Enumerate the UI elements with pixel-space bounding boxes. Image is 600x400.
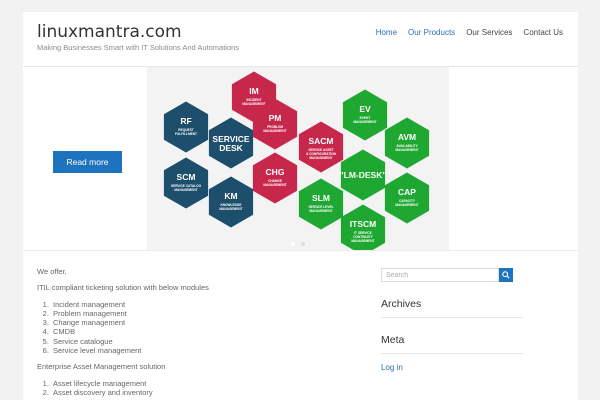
main-nav: Home Our Products Our Services Contact U… — [376, 28, 563, 37]
hexagon-shape — [384, 172, 430, 224]
hexagon-rf: RFREQUESTFULFILLMENT — [163, 101, 209, 153]
hexagon-sacm: SACMSERVICE ASSET& CONFIGURATIONMANAGEME… — [298, 121, 344, 173]
hexagon-shape — [163, 101, 209, 153]
search-input[interactable] — [381, 268, 499, 282]
slider-dot[interactable] — [291, 242, 295, 246]
hexagon-slm: SLMSERVICE LEVELMANAGEMENT — [298, 178, 344, 230]
nav-item-our-services[interactable]: Our Services — [466, 28, 512, 37]
hexagon-description: MANAGEMENT — [309, 209, 332, 213]
hexagon-code: EV — [359, 104, 371, 114]
hexagon-code: KM — [224, 191, 237, 201]
hexagon-ev: EVEVENTMANAGEMENT — [342, 89, 388, 141]
search-icon — [502, 271, 510, 279]
section1-list: Incident management Problem management C… — [51, 300, 367, 356]
meta-title: Meta — [381, 334, 405, 346]
hexagon-description: FULFILLMENT — [175, 132, 197, 136]
list-item: Problem management — [51, 309, 367, 318]
meta-divider — [381, 353, 523, 354]
hexagon-shape — [342, 89, 388, 141]
login-link[interactable]: Log in — [381, 363, 523, 372]
hexagon-code: CHG — [266, 167, 285, 177]
list-item: Change management — [51, 318, 367, 327]
hexagon-description: MANAGEMENT — [309, 156, 332, 160]
hexagon-chg: CHGCHANGEMANAGEMENT — [252, 152, 298, 204]
list-item: Service level management — [51, 346, 367, 355]
hexagon-code: IM — [249, 86, 258, 96]
hexagon-description: MANAGEMENT — [351, 239, 374, 243]
hexagon-scm: SCMSERVICE CATALOGMANAGEMENT — [163, 157, 209, 209]
hexagon-shape — [252, 152, 298, 204]
hexagon-itscm: ITSCMIT SERVICECONTINUITYMANAGEMENT — [340, 204, 386, 250]
hexagon-km: KMKNOWLEDGEMANAGEMENT — [208, 176, 254, 228]
hexagon-servicedesk: SERVICEDESK — [208, 117, 254, 169]
search-form — [381, 268, 523, 282]
hexagon-description: MANAGEMENT — [395, 203, 418, 207]
slider-dot[interactable] — [301, 242, 305, 246]
hexagon-description: MANAGEMENT — [219, 207, 242, 211]
site-tagline: Making Businesses Smart with IT Solution… — [37, 43, 240, 52]
search-button[interactable] — [499, 268, 513, 282]
hexagon-code: ITSCM — [350, 219, 376, 229]
section2-title: Enterprise Asset Management solution — [37, 362, 166, 372]
list-item: Asset lifecycle management — [51, 379, 367, 388]
nav-item-home[interactable]: Home — [376, 28, 397, 37]
hexagon-description: MANAGEMENT — [242, 102, 265, 106]
hexagon-code: SACM — [308, 136, 333, 146]
hero-slider: IM INCIDENT MANAGEMENT RF REQUEST FULFILLMENT… — [147, 67, 449, 250]
hexagon-code: DESK — [219, 143, 243, 153]
hexagon-code: SLM — [312, 193, 330, 203]
archives-divider — [381, 317, 523, 318]
hexagon-shape — [208, 176, 254, 228]
hexagon-code: SCM — [177, 172, 196, 182]
hexagon-avm: AVMAVAILABILITYMANAGEMENT — [384, 117, 430, 169]
sidebar: Archives Meta Log in — [381, 268, 523, 372]
hexagon-code: CAP — [398, 187, 416, 197]
hexagon-code: AVM — [398, 132, 416, 142]
hexagon-description: MANAGEMENT — [353, 120, 376, 124]
list-item: Asset discovery and inventory — [51, 388, 367, 397]
hexagon-cap: CAPCAPACITYMANAGEMENT — [384, 172, 430, 224]
main-content: We offer, ITIL compliant ticketing solut… — [37, 267, 367, 400]
itil-hexagon-diagram: IMINCIDENTMANAGEMENTRFREQUESTFULFILLMENT… — [163, 71, 430, 250]
section2-list: Asset lifecycle management Asset discove… — [51, 379, 367, 398]
read-more-button[interactable]: Read more — [53, 151, 122, 173]
hexagon-shape — [163, 157, 209, 209]
hexagon-lmdesk: "LM-DESK" — [340, 149, 387, 201]
body-divider — [23, 250, 578, 251]
site-title[interactable]: linuxmantra.com — [37, 22, 182, 42]
nav-item-contact-us[interactable]: Contact Us — [523, 28, 563, 37]
hexagon-code: RF — [180, 116, 191, 126]
hexagon-description: MANAGEMENT — [395, 148, 418, 152]
intro-text: We offer, — [37, 267, 67, 276]
list-item: CMDB — [51, 327, 367, 336]
hexagon-shape — [298, 121, 344, 173]
hexagon-shape — [384, 117, 430, 169]
list-item: Service catalogue — [51, 337, 367, 346]
nav-item-our-products[interactable]: Our Products — [408, 28, 455, 37]
page-container: linuxmantra.com Making Businesses Smart … — [23, 12, 578, 400]
hexagon-description: MANAGEMENT — [263, 183, 286, 187]
list-item: Incident management — [51, 300, 367, 309]
hexagon-description: MANAGEMENT — [174, 188, 197, 192]
hexagon-code: PM — [269, 113, 282, 123]
hexagon-code: "LM-DESK" — [340, 170, 387, 180]
archives-title: Archives — [381, 298, 422, 310]
hexagon-description: MANAGEMENT — [263, 129, 286, 133]
section1-title: ITIL compliant ticketing solution with b… — [37, 283, 209, 293]
hexagon-shape — [298, 178, 344, 230]
